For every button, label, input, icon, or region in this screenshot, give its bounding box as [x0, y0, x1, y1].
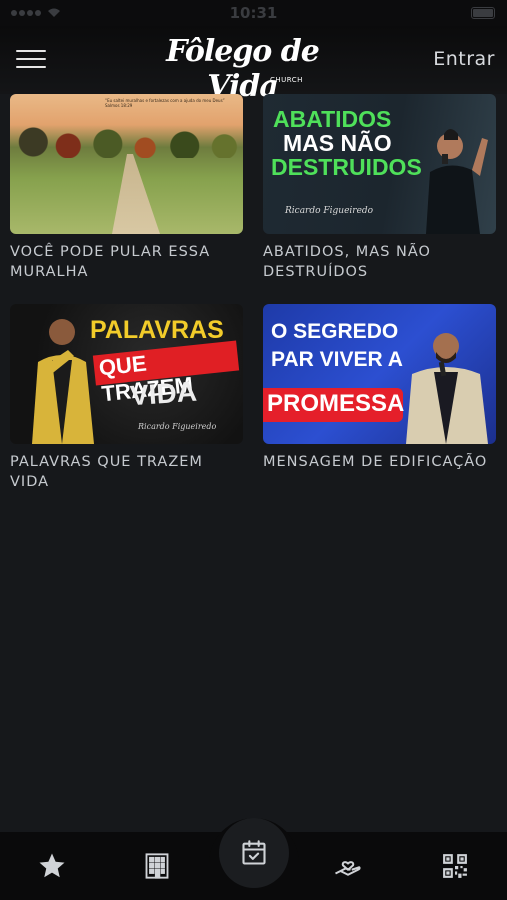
- logo-subtitle: CHURCH: [270, 76, 303, 84]
- status-bar: 10:31: [0, 0, 507, 26]
- tab-favorites[interactable]: [32, 846, 72, 886]
- church-logo: Fôlego de Vida CHURCH: [160, 32, 325, 104]
- qr-code-icon: [443, 854, 467, 878]
- thumbnail-text: PAR VIVER A: [271, 348, 403, 371]
- building-icon: [145, 853, 169, 879]
- video-title[interactable]: MENSAGEM DE EDIFICAÇÃO: [263, 452, 496, 472]
- video-title[interactable]: VOCÊ PODE PULAR ESSA MURALHA: [10, 242, 243, 282]
- app-header: Fôlego de Vida CHURCH Entrar: [0, 26, 507, 104]
- tab-church[interactable]: [137, 846, 177, 886]
- thumbnail-text: PALAVRAS: [90, 316, 224, 344]
- calendar-check-icon: [242, 840, 266, 865]
- video-card[interactable]: “Eu saltei muralhas e fortalezas com a a…: [10, 94, 243, 282]
- video-card[interactable]: PALAVRAS QUE TRAZEM VIDA Ricardo Figueir…: [10, 304, 243, 492]
- thumbnail-art: [10, 118, 243, 158]
- thumbnail-text: DESTRUIDOS: [271, 154, 422, 180]
- thumbnail-text: O SEGREDO: [271, 320, 399, 343]
- hamburger-menu-icon[interactable]: [16, 50, 46, 72]
- thumbnail-art: [112, 154, 160, 234]
- thumbnail-text: PROMESSA: [267, 390, 405, 417]
- video-thumbnail[interactable]: PALAVRAS QUE TRAZEM VIDA Ricardo Figueir…: [10, 304, 243, 444]
- preacher-figure-icon: [406, 333, 488, 444]
- video-card[interactable]: O SEGREDO PAR VIVER A PROMESSA MENSAGEM …: [263, 304, 496, 472]
- tab-qr-code[interactable]: [435, 846, 475, 886]
- thumbnail-signature: Ricardo Figueiredo: [285, 206, 374, 216]
- video-thumbnail[interactable]: ABATIDOS MAS NÃO DESTRUIDOS Ricardo Figu…: [263, 94, 496, 234]
- tab-events[interactable]: [219, 818, 289, 888]
- video-card[interactable]: ABATIDOS MAS NÃO DESTRUIDOS Ricardo Figu…: [263, 94, 496, 282]
- login-button[interactable]: Entrar: [433, 48, 495, 70]
- thumbnail-text: MAS NÃO: [283, 130, 392, 156]
- video-thumbnail[interactable]: “Eu saltei muralhas e fortalezas com a a…: [10, 94, 243, 234]
- tab-donations[interactable]: [328, 846, 368, 886]
- hand-heart-icon: [335, 861, 361, 876]
- video-title[interactable]: ABATIDOS, MAS NÃO DESTRUÍDOS: [263, 242, 496, 282]
- status-time: 10:31: [229, 4, 278, 22]
- preacher-figure-icon: [426, 129, 488, 234]
- thumbnail-text: ABATIDOS: [273, 106, 392, 132]
- thumbnail-text: VIDA: [128, 375, 198, 412]
- battery-icon: [471, 7, 495, 19]
- video-title[interactable]: PALAVRAS QUE TRAZEM VIDA: [10, 452, 243, 492]
- star-icon: [39, 853, 65, 878]
- video-thumbnail[interactable]: O SEGREDO PAR VIVER A PROMESSA: [263, 304, 496, 444]
- thumbnail-signature: Ricardo Figueiredo: [138, 422, 217, 431]
- thumbnail-caption: “Eu saltei muralhas e fortalezas com a a…: [105, 98, 225, 108]
